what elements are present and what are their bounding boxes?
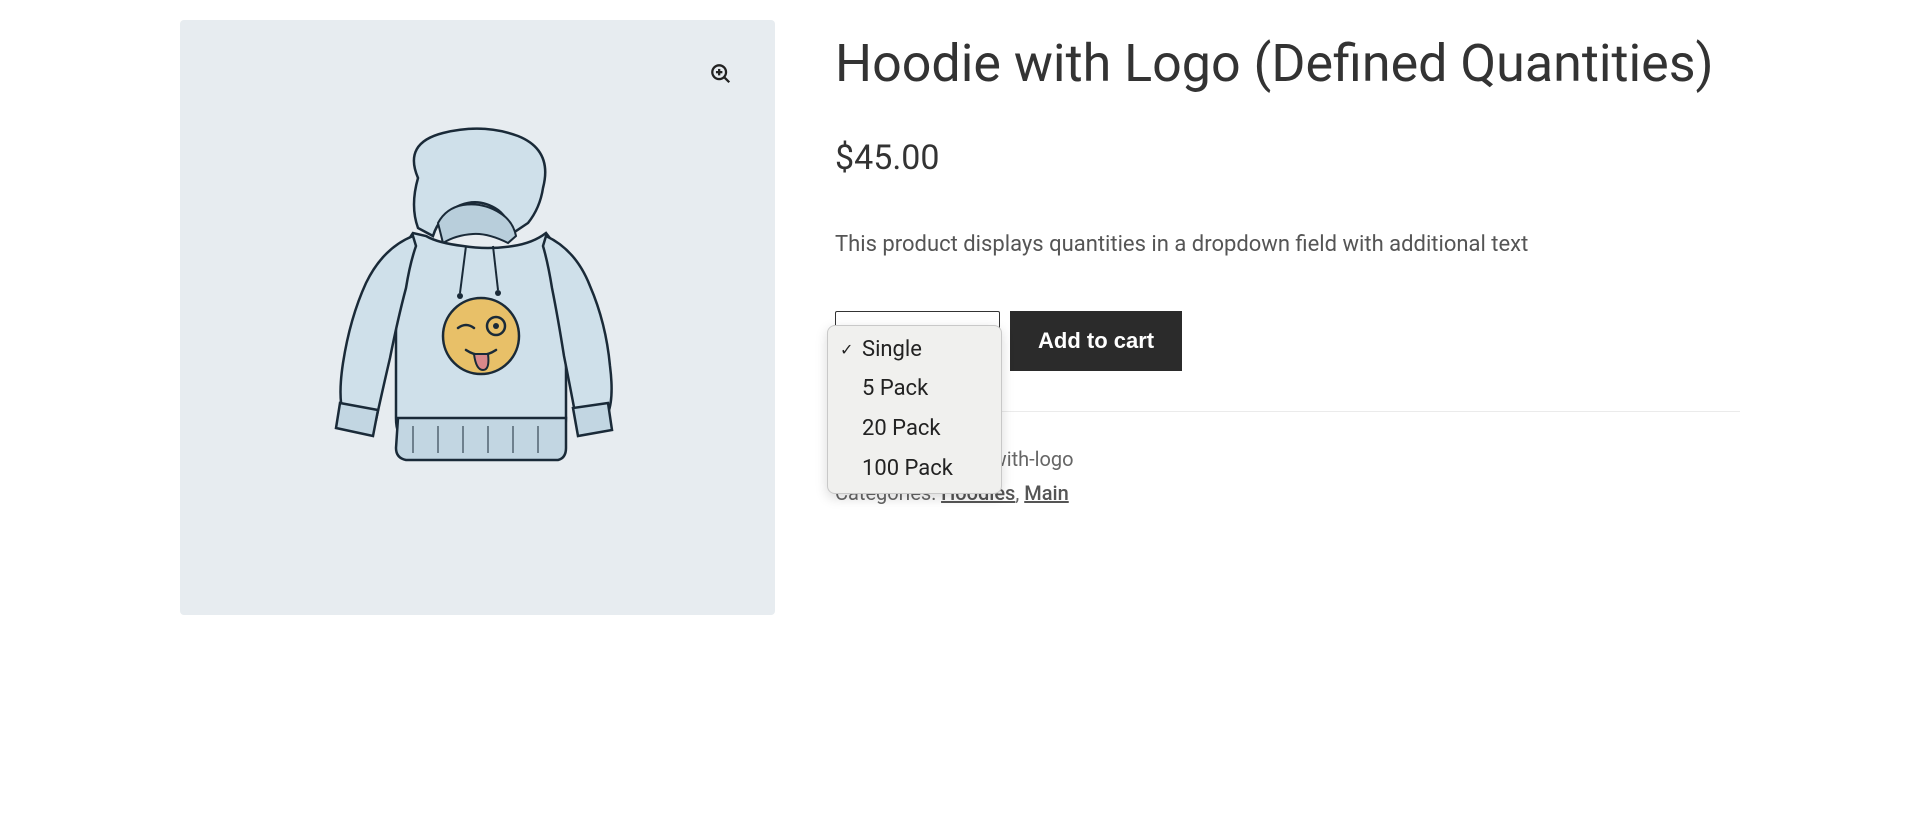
quantity-option-100pack[interactable]: 100 Pack (828, 449, 1001, 489)
category-link-main[interactable]: Main (1024, 481, 1069, 505)
add-to-cart-button[interactable]: Add to cart (1010, 311, 1182, 371)
product-image[interactable] (180, 20, 775, 615)
quantity-select-wrapper: Single ⌄ Single 5 Pack 20 Pack 100 Pack (835, 311, 1000, 371)
quantity-dropdown-menu: Single 5 Pack 20 Pack 100 Pack (827, 325, 1002, 495)
add-to-cart-form: Single ⌄ Single 5 Pack 20 Pack 100 Pack … (835, 311, 1740, 371)
category-separator: , (1015, 481, 1024, 505)
quantity-option-5pack[interactable]: 5 Pack (828, 369, 1001, 409)
product-title: Hoodie with Logo (Defined Quantities) (835, 30, 1740, 98)
hoodie-illustration-icon (288, 118, 668, 518)
product-container: Hoodie with Logo (Defined Quantities) $4… (180, 20, 1740, 615)
quantity-option-single[interactable]: Single (828, 330, 1001, 370)
product-details: Hoodie with Logo (Defined Quantities) $4… (835, 20, 1740, 615)
product-price: $45.00 (835, 138, 1740, 178)
quantity-option-20pack[interactable]: 20 Pack (828, 409, 1001, 449)
zoom-in-icon[interactable] (705, 58, 737, 90)
product-description: This product displays quantities in a dr… (835, 228, 1740, 261)
